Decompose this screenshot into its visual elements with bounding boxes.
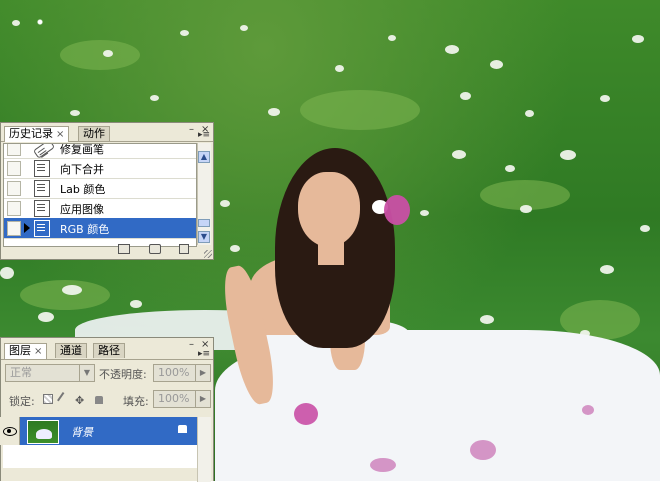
layers-panel: 图层 × 通道 路径 – × ▸≡ 正常 ▼ 不透明度: 100% ▶ 锁定: ✥… (0, 337, 214, 482)
layer-lock-icon (178, 425, 187, 433)
opacity-value: 100% (158, 366, 190, 379)
lock-position-icon[interactable]: ✥ (75, 394, 85, 407)
tab-channels[interactable]: 通道 (55, 343, 87, 358)
tab-history[interactable]: 历史记录 × (4, 126, 70, 142)
history-panel: 历史记录 × 动作 – × ▸≡ 修复画笔 向下合并 Lab 颜色 应用图像 R… (0, 122, 214, 260)
history-step-icon (34, 180, 50, 197)
blend-row: 正常 ▼ 不透明度: 100% ▶ (3, 364, 213, 384)
history-item-label: 应用图像 (60, 203, 104, 216)
minimize-icon[interactable]: – (189, 339, 194, 350)
history-item[interactable]: 修复画笔 (4, 143, 196, 159)
layer-row-background[interactable]: 背景 (0, 417, 197, 445)
history-state-arrow-icon[interactable] (24, 223, 30, 233)
fill-label: 填充: (123, 395, 149, 408)
tab-close-icon[interactable]: × (34, 346, 42, 357)
layers-panel-tabbar: 图层 × 通道 路径 – × ▸≡ (1, 338, 213, 360)
layers-scrollbar[interactable] (197, 417, 211, 482)
fill-input[interactable]: 100% ▶ (153, 390, 211, 408)
history-item-label: 向下合并 (60, 163, 104, 176)
eye-visibility-icon[interactable] (0, 417, 20, 445)
history-scrollbar[interactable]: ▲ ▼ (197, 143, 211, 245)
fill-value: 100% (158, 392, 190, 405)
tab-paths[interactable]: 路径 (93, 343, 125, 358)
history-source-checkbox[interactable] (7, 221, 21, 236)
chevron-down-icon[interactable]: ▼ (79, 365, 94, 381)
panel-menu-icon[interactable]: ▸≡ (198, 350, 210, 359)
tab-layers[interactable]: 图层 × (4, 343, 48, 359)
tab-history-label: 历史记录 (9, 127, 53, 140)
resize-grip-icon[interactable] (204, 250, 212, 258)
blend-mode-value: 正常 (10, 366, 32, 379)
history-list: 修复画笔 向下合并 Lab 颜色 应用图像 RGB 颜色 (3, 143, 197, 247)
history-item[interactable]: 应用图像 (4, 198, 196, 219)
tab-actions-label: 动作 (83, 127, 105, 140)
history-step-icon (34, 220, 50, 237)
lock-label: 锁定: (9, 395, 35, 408)
history-step-icon (34, 160, 50, 177)
trash-icon[interactable] (179, 244, 189, 254)
opacity-label: 不透明度: (99, 368, 147, 381)
history-source-checkbox[interactable] (7, 161, 21, 176)
history-step-icon (34, 200, 50, 217)
scroll-up-icon[interactable]: ▲ (198, 151, 210, 163)
history-item-label: RGB 颜色 (60, 223, 110, 236)
tab-channels-label: 通道 (60, 344, 82, 357)
scroll-down-icon[interactable]: ▼ (198, 231, 210, 243)
lock-pixels-icon[interactable] (57, 392, 71, 406)
healing-brush-icon (32, 144, 56, 159)
tab-paths-label: 路径 (98, 344, 120, 357)
lock-transparency-icon[interactable] (43, 394, 53, 404)
new-document-from-state-icon[interactable] (118, 244, 130, 254)
snapshot-camera-icon[interactable] (149, 244, 161, 254)
history-item[interactable]: 向下合并 (4, 158, 196, 179)
tab-close-icon[interactable]: × (56, 129, 64, 140)
tab-actions[interactable]: 动作 (78, 126, 110, 141)
layer-thumbnail (27, 420, 59, 444)
blend-mode-select[interactable]: 正常 ▼ (5, 364, 95, 382)
minimize-icon[interactable]: – (189, 124, 194, 135)
tab-layers-label: 图层 (9, 344, 31, 357)
layer-name[interactable]: 背景 (71, 424, 93, 440)
history-source-checkbox[interactable] (7, 144, 21, 156)
history-source-checkbox[interactable] (7, 181, 21, 196)
scroll-thumb[interactable] (198, 219, 210, 227)
history-item-label: Lab 颜色 (60, 183, 106, 196)
history-source-checkbox[interactable] (7, 201, 21, 216)
panel-menu-icon[interactable]: ▸≡ (198, 131, 210, 140)
history-item-selected[interactable]: RGB 颜色 (4, 218, 196, 239)
history-item-label: 修复画笔 (60, 143, 104, 156)
opacity-input[interactable]: 100% ▶ (153, 364, 211, 382)
chevron-right-icon[interactable]: ▶ (195, 391, 210, 407)
history-panel-tabbar: 历史记录 × 动作 – × ▸≡ (1, 123, 213, 142)
chevron-right-icon[interactable]: ▶ (195, 365, 210, 381)
history-toolbar (1, 243, 213, 257)
lock-row: 锁定: ✥ 填充: 100% ▶ (3, 390, 213, 410)
lock-all-icon[interactable] (95, 396, 103, 404)
history-item[interactable]: Lab 颜色 (4, 178, 196, 199)
